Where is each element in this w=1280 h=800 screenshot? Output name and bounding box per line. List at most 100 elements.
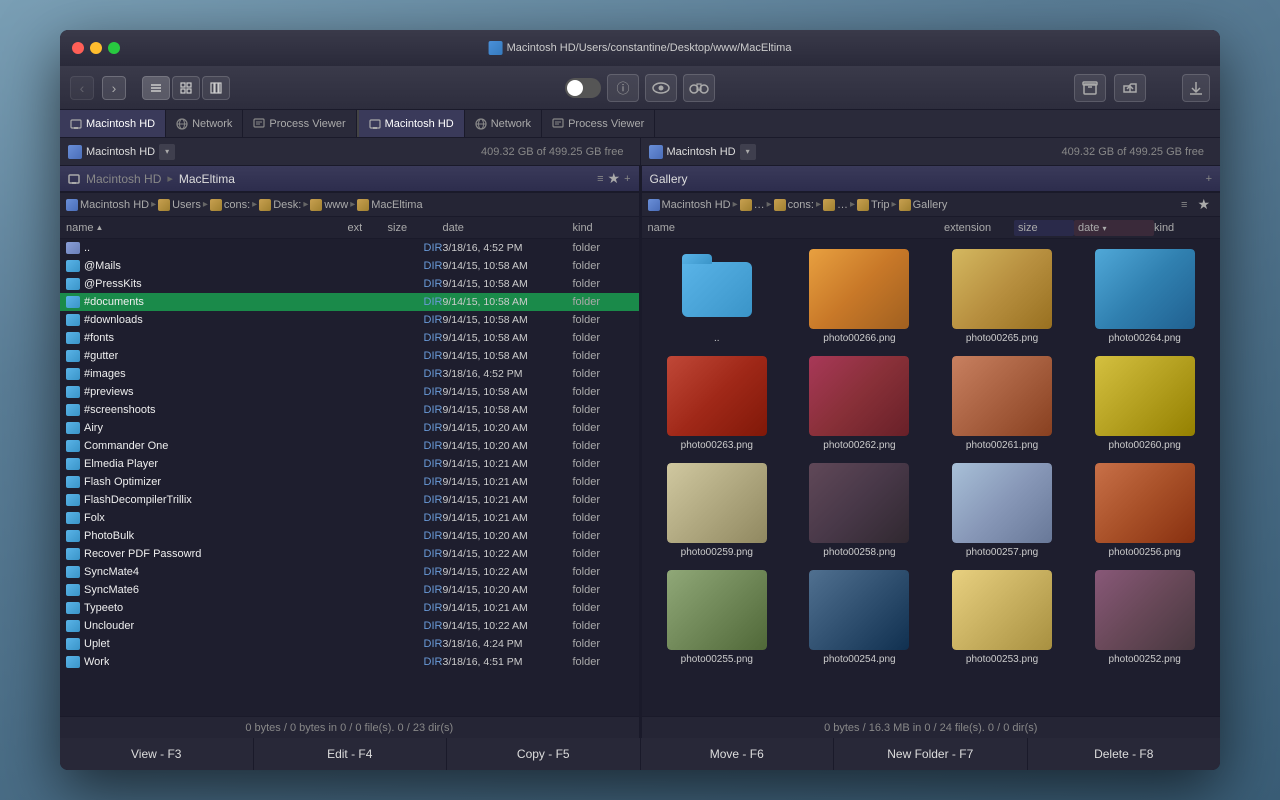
forward-button[interactable]: › — [102, 76, 126, 100]
file-row[interactable]: #downloadsDIR9/14/15, 10:58 AMfolder — [60, 311, 639, 329]
file-row[interactable]: PhotoBulkDIR9/14/15, 10:20 AMfolder — [60, 527, 639, 545]
file-row[interactable]: FlashDecompilerTrillixDIR9/14/15, 10:21 … — [60, 491, 639, 509]
file-row[interactable]: #gutterDIR9/14/15, 10:58 AMfolder — [60, 347, 639, 365]
col-name-header[interactable]: name ▲ — [66, 222, 348, 234]
file-row[interactable]: #screenshootsDIR9/14/15, 10:58 AMfolder — [60, 401, 639, 419]
gallery-item[interactable]: photo00261.png — [931, 350, 1074, 457]
left-panel-add-tab[interactable]: + — [624, 173, 630, 185]
right-col-date[interactable]: date ▾ — [1074, 220, 1154, 236]
file-row[interactable]: UpletDIR3/18/16, 4:24 PMfolder — [60, 635, 639, 653]
info-button[interactable]: ⓘ — [607, 74, 639, 102]
file-row[interactable]: @MailsDIR9/14/15, 10:58 AMfolder — [60, 257, 639, 275]
tab-left-macintosh-hd[interactable]: Macintosh HD — [60, 110, 166, 137]
move-f6-button[interactable]: Move - F6 — [641, 738, 835, 770]
file-row[interactable]: SyncMate4DIR9/14/15, 10:22 AMfolder — [60, 563, 639, 581]
back-button[interactable]: ‹ — [70, 76, 94, 100]
left-path-dropdown[interactable]: ▾ — [159, 144, 175, 160]
col-kind-header[interactable]: kind — [573, 222, 633, 234]
minimize-button[interactable] — [90, 42, 102, 54]
file-row[interactable]: UnclouderDIR9/14/15, 10:22 AMfolder — [60, 617, 639, 635]
copy-f5-button[interactable]: Copy - F5 — [447, 738, 641, 770]
gallery-item[interactable]: photo00260.png — [1073, 350, 1216, 457]
file-row[interactable]: Elmedia PlayerDIR9/14/15, 10:21 AMfolder — [60, 455, 639, 473]
view-columns-button[interactable] — [202, 76, 230, 100]
bc-www[interactable]: www — [310, 199, 348, 211]
tab-right-process-viewer[interactable]: Process Viewer — [542, 110, 655, 137]
gallery-item[interactable]: photo00262.png — [788, 350, 931, 457]
archive-button[interactable] — [1074, 74, 1106, 102]
binoculars-button[interactable] — [683, 74, 715, 102]
bc-right-cons[interactable]: cons: — [774, 199, 814, 211]
right-col-ext[interactable]: extension — [944, 222, 1014, 234]
file-row[interactable]: @PressKitsDIR9/14/15, 10:58 AMfolder — [60, 275, 639, 293]
gallery-item[interactable]: .. — [646, 243, 789, 350]
bc-desk[interactable]: Desk: — [259, 199, 301, 211]
file-row[interactable]: #previewsDIR9/14/15, 10:58 AMfolder — [60, 383, 639, 401]
col-date-header[interactable]: date — [443, 222, 573, 234]
file-row[interactable]: AiryDIR9/14/15, 10:20 AMfolder — [60, 419, 639, 437]
download-button[interactable] — [1182, 74, 1210, 102]
tab-left-process-viewer[interactable]: Process Viewer — [243, 110, 356, 137]
right-panel-add-tab[interactable]: + — [1206, 173, 1212, 185]
col-size-header[interactable]: size — [388, 222, 443, 234]
file-row[interactable]: Recover PDF PassowrdDIR9/14/15, 10:22 AM… — [60, 545, 639, 563]
eye-button[interactable] — [645, 74, 677, 102]
edit-f4-button[interactable]: Edit - F4 — [254, 738, 448, 770]
left-panel-view-icon[interactable]: ≡ — [597, 173, 603, 185]
bc-right-gallery[interactable]: Gallery — [899, 199, 948, 211]
file-row[interactable]: Commander OneDIR9/14/15, 10:20 AMfolder — [60, 437, 639, 455]
bc-const[interactable]: cons: — [210, 199, 250, 211]
view-grid-button[interactable] — [172, 76, 200, 100]
tab-right-network[interactable]: Network — [465, 110, 542, 137]
right-breadcrumb-view-icon[interactable]: ≡ — [1177, 199, 1191, 211]
file-row[interactable]: Flash OptimizerDIR9/14/15, 10:21 AMfolde… — [60, 473, 639, 491]
file-row[interactable]: #documentsDIR9/14/15, 10:58 AMfolder — [60, 293, 639, 311]
col-ext-header[interactable]: ext — [348, 222, 388, 234]
gallery-item[interactable]: photo00258.png — [788, 457, 931, 564]
gallery-item[interactable]: photo00255.png — [646, 564, 789, 671]
gallery-item[interactable]: photo00254.png — [788, 564, 931, 671]
gallery-item[interactable]: photo00256.png — [1073, 457, 1216, 564]
folder-icon — [66, 530, 80, 542]
gallery-item[interactable]: photo00252.png — [1073, 564, 1216, 671]
right-col-kind[interactable]: kind — [1154, 222, 1214, 234]
file-row[interactable]: WorkDIR3/18/16, 4:51 PMfolder — [60, 653, 639, 671]
file-row[interactable]: #fontsDIR9/14/15, 10:58 AMfolder — [60, 329, 639, 347]
left-panel-favorite-icon[interactable]: ★ — [608, 170, 621, 187]
gallery-item[interactable]: photo00266.png — [788, 243, 931, 350]
toggle-switch[interactable] — [565, 78, 601, 98]
gallery-item[interactable]: photo00257.png — [931, 457, 1074, 564]
bc-right-macintosh-hd[interactable]: Macintosh HD — [648, 199, 731, 211]
right-path-dropdown[interactable]: ▾ — [740, 144, 756, 160]
file-row[interactable]: #imagesDIR3/18/16, 4:52 PMfolder — [60, 365, 639, 383]
right-tab-group: Macintosh HD Network Process Viewer — [359, 110, 656, 137]
bc-right-dots2[interactable]: … — [823, 199, 848, 211]
tab-left-network[interactable]: Network — [166, 110, 243, 137]
file-row[interactable]: ..DIR3/18/16, 4:52 PMfolder — [60, 239, 639, 257]
right-col-name[interactable]: name — [648, 222, 945, 234]
bc-users[interactable]: Users — [158, 199, 201, 211]
gallery-item[interactable]: photo00259.png — [646, 457, 789, 564]
tab-right-macintosh-hd[interactable]: Macintosh HD — [359, 110, 465, 137]
file-row[interactable]: TypeetoDIR9/14/15, 10:21 AMfolder — [60, 599, 639, 617]
gallery-item[interactable]: photo00253.png — [931, 564, 1074, 671]
gallery-item[interactable]: photo00265.png — [931, 243, 1074, 350]
right-breadcrumb-fav-icon[interactable]: ★ — [1193, 196, 1214, 213]
file-row[interactable]: SyncMate6DIR9/14/15, 10:20 AMfolder — [60, 581, 639, 599]
view-list-button[interactable] — [142, 76, 170, 100]
delete-f8-button[interactable]: Delete - F8 — [1028, 738, 1221, 770]
close-button[interactable] — [72, 42, 84, 54]
traffic-lights — [72, 42, 120, 54]
bc-maceltima[interactable]: MacEltima — [357, 199, 422, 211]
maximize-button[interactable] — [108, 42, 120, 54]
file-row[interactable]: FolxDIR9/14/15, 10:21 AMfolder — [60, 509, 639, 527]
bc-right-dots[interactable]: … — [740, 199, 765, 211]
right-col-size[interactable]: size — [1014, 220, 1074, 236]
folder-up-button[interactable] — [1114, 74, 1146, 102]
bc-right-trip[interactable]: Trip — [857, 199, 890, 211]
view-f3-button[interactable]: View - F3 — [60, 738, 254, 770]
new-folder-f7-button[interactable]: New Folder - F7 — [834, 738, 1028, 770]
gallery-item[interactable]: photo00264.png — [1073, 243, 1216, 350]
bc-macintosh-hd[interactable]: Macintosh HD — [66, 199, 149, 211]
gallery-item[interactable]: photo00263.png — [646, 350, 789, 457]
